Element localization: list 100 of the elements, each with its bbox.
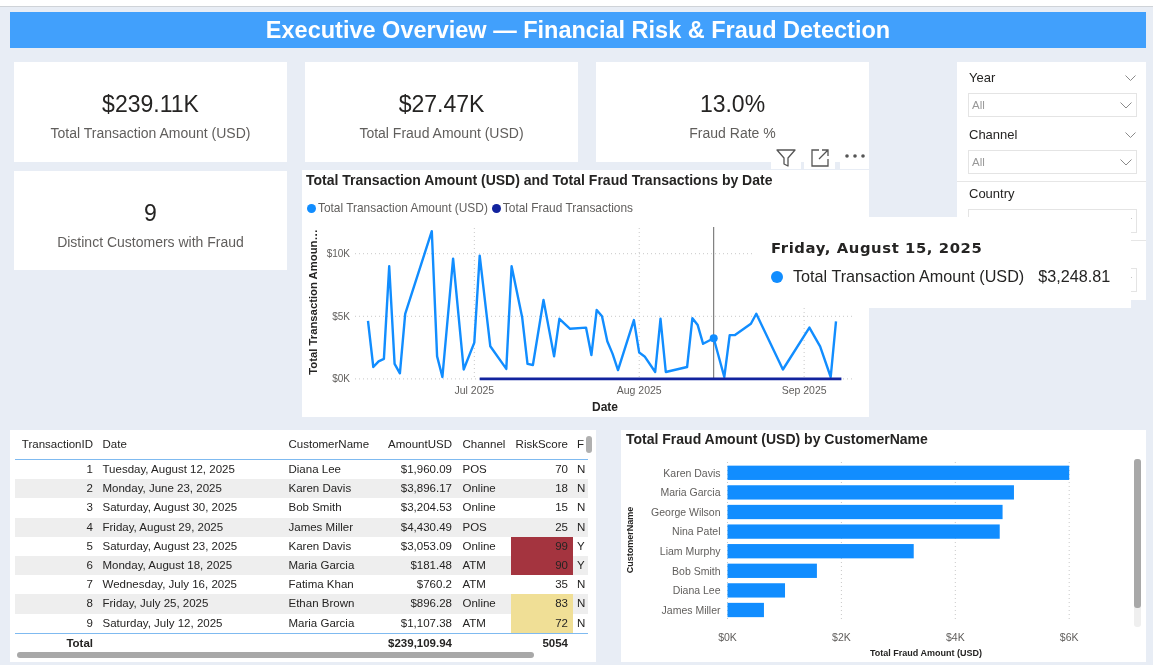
- axis-tick-label: $2K: [832, 631, 851, 643]
- total-cell-text: 5054: [541, 635, 569, 651]
- kpi-label: Total Fraud Amount (USD): [359, 124, 524, 142]
- more-icon: [844, 154, 865, 158]
- table-cell-text: 15: [554, 500, 569, 516]
- chart-title: Total Fraud Amount (USD) by CustomerName: [625, 430, 928, 448]
- chevron-down-icon: [1120, 158, 1132, 166]
- table-cell-text: Friday, August 29, 2025: [101, 519, 225, 535]
- column-header[interactable]: Date: [98, 433, 285, 451]
- table-cell-text: N: [576, 615, 587, 631]
- kpi-label: Distinct Customers with Fraud: [57, 233, 244, 251]
- table-cell-text: $896.28: [409, 596, 453, 612]
- legend-label: Total Fraud Transactions: [502, 201, 634, 215]
- filter-title: Year: [969, 70, 996, 86]
- legend-label: Total Transaction Amount (USD): [318, 201, 488, 215]
- chart-title: Total Transaction Amount (USD) and Total Fraud Transactions by Date: [305, 171, 773, 189]
- category-label: Bob Smith: [672, 564, 721, 577]
- total-cell-text: Total: [65, 635, 94, 651]
- table-cell-text: $1,107.38: [399, 615, 453, 631]
- filter-icon: [776, 149, 796, 167]
- table-cell-text: Ethan Brown: [287, 596, 356, 612]
- table-cell-text: Fatima Khan: [287, 577, 355, 593]
- table-cell-text: 35: [554, 577, 569, 593]
- axis-title: Total Transaction Amoun…: [307, 229, 319, 375]
- table-cell-text: Saturday, August 23, 2025: [101, 538, 239, 554]
- chevron-down-icon[interactable]: [1125, 75, 1136, 81]
- column-header[interactable]: F: [573, 433, 588, 451]
- table-cell-text: Monday, June 23, 2025: [101, 481, 223, 497]
- dot-marker-icon: [709, 334, 718, 343]
- table-cell-text: Diana Lee: [287, 462, 342, 477]
- axis-tick-label: Sep 2025: [781, 384, 827, 396]
- table-cell-text: N: [576, 519, 587, 535]
- table-cell-text: $4,430.49: [399, 519, 453, 535]
- kpi-label: Fraud Rate %: [689, 124, 776, 142]
- table-cell-text: N: [576, 596, 587, 612]
- column-header[interactable]: RiskScore: [511, 433, 573, 451]
- table-cell-text: 70: [554, 462, 569, 477]
- table-cell-text: Online: [461, 481, 497, 497]
- table-cell-text: 2: [85, 481, 94, 497]
- column-header[interactable]: AmountUSD: [378, 433, 457, 451]
- table-cell-text: Saturday, August 30, 2025: [101, 500, 239, 516]
- table-cell-text: $3,896.17: [399, 481, 453, 497]
- axis-title: Date: [592, 399, 618, 414]
- table-cell-text: Monday, August 18, 2025: [101, 557, 234, 573]
- table-cell-text: 9: [85, 615, 94, 631]
- chart-bar: [727, 583, 785, 598]
- table-cell-text: Y: [576, 538, 586, 554]
- chevron-down-icon: [1120, 101, 1132, 109]
- table-cell-text: N: [576, 462, 587, 477]
- table-cell-text: N: [576, 500, 587, 516]
- column-header[interactable]: CustomerName: [285, 433, 378, 451]
- table-cell: 99: [511, 536, 573, 556]
- table-cell-text: ATM: [461, 577, 487, 593]
- vertical-scrollbar[interactable]: [1134, 459, 1141, 627]
- horizontal-scrollbar[interactable]: [17, 651, 534, 658]
- column-header[interactable]: Channel: [457, 433, 511, 451]
- axis-tick-label: $6K: [1059, 631, 1079, 643]
- table-cell-text: ATM: [461, 615, 487, 631]
- table-cell: 90: [511, 555, 573, 576]
- table-cell-text: N: [576, 481, 587, 497]
- axis-tick-label: $4K: [945, 631, 965, 643]
- dashboard-title: Executive Overview — Financial Risk & Fraud Detection: [10, 12, 1146, 48]
- axis-tick-label: $5K: [332, 310, 350, 322]
- table-cell-text: $3,053.09: [399, 538, 453, 554]
- table-cell-text: 3: [85, 500, 94, 516]
- table-cell-text: Online: [461, 596, 497, 612]
- table-cell-text: Friday, July 25, 2025: [101, 596, 210, 612]
- table-cell-text: 1: [85, 462, 94, 477]
- table-cell-text: 8: [85, 596, 94, 612]
- vertical-scrollbar[interactable]: [586, 436, 592, 453]
- table-cell-text: 6: [85, 557, 94, 573]
- table-cell: 83: [511, 594, 573, 614]
- chart-bar: [727, 602, 764, 618]
- table-cell-text: $181.48: [409, 557, 453, 573]
- category-label: Karen Davis: [663, 466, 721, 479]
- table-cell-text: James Miller: [287, 519, 355, 535]
- table-cell-text: 25: [554, 519, 569, 535]
- category-label: James Miller: [661, 603, 721, 616]
- category-label: Diana Lee: [672, 584, 721, 597]
- table-cell-text: Karen Davis: [287, 538, 353, 554]
- axis-tick-label: Jul 2025: [454, 384, 495, 396]
- column-header[interactable]: TransactionID: [15, 433, 98, 451]
- category-label: George Wilson: [651, 505, 721, 518]
- chevron-down-icon[interactable]: [1125, 132, 1136, 138]
- table-cell-text: Wednesday, July 16, 2025: [101, 577, 238, 593]
- table-cell-text: 18: [554, 481, 569, 497]
- table-cell-text: Tuesday, August 12, 2025: [101, 462, 236, 477]
- category-label: Liam Murphy: [659, 544, 721, 557]
- table-cell-text: Karen Davis: [287, 481, 353, 497]
- table-cell-text: 7: [85, 577, 94, 593]
- table-cell-text: Y: [576, 557, 586, 573]
- table-cell-text: Maria Garcia: [287, 557, 356, 573]
- table-cell-text: POS: [461, 519, 488, 535]
- axis-tick-label: Aug 2025: [616, 384, 662, 396]
- kpi-value: $27.47K: [398, 90, 485, 118]
- axis-title: CustomerName: [625, 506, 635, 574]
- category-label: Nina Patel: [672, 525, 721, 538]
- table-cell-text: Maria Garcia: [287, 615, 356, 631]
- table-cell-text: Online: [461, 538, 497, 554]
- table-cell-text: ATM: [461, 557, 487, 573]
